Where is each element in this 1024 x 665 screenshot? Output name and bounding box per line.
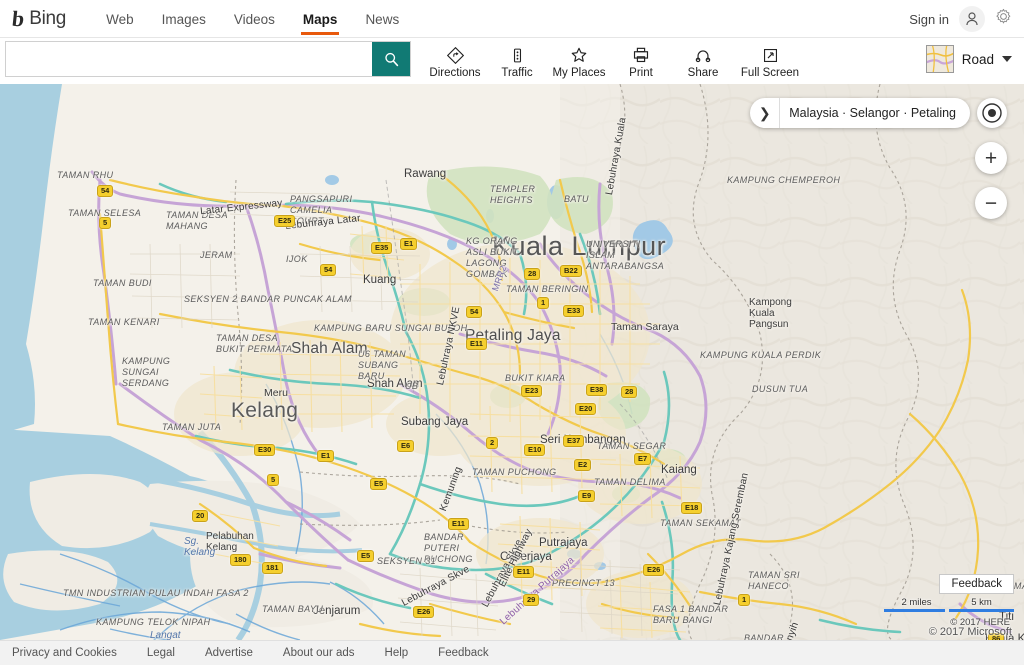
my-places-label: My Places xyxy=(552,66,606,79)
search-bar xyxy=(6,42,410,76)
share-button[interactable]: Share xyxy=(672,44,734,79)
zoom-in-button[interactable]: + xyxy=(975,142,1007,174)
traffic-button[interactable]: Traffic xyxy=(486,44,548,79)
toolbar-actions: Directions Traffic My Places Print Share… xyxy=(424,38,806,84)
search-icon xyxy=(384,52,398,66)
footer-bar: Privacy and Cookies Legal Advertise Abou… xyxy=(0,640,1024,665)
map-thumbnail-icon xyxy=(925,45,954,73)
bing-wordmark: Bing xyxy=(29,8,67,29)
nav-links: Web Images Videos Maps News xyxy=(92,0,413,38)
traffic-label: Traffic xyxy=(501,66,533,79)
footer-link-privacy[interactable]: Privacy and Cookies xyxy=(12,647,117,659)
breadcrumb-text: Malaysia · Selangor · Petaling xyxy=(789,106,956,120)
map-toolbar: Directions Traffic My Places Print Share… xyxy=(0,38,1024,84)
map-type-label: Road xyxy=(961,51,994,67)
traffic-light-icon xyxy=(509,47,526,64)
sign-in-link[interactable]: Sign in xyxy=(909,12,949,27)
bing-logo[interactable]: b Bing xyxy=(10,6,67,31)
scale-miles-bar xyxy=(884,609,945,612)
footer-link-advertise[interactable]: Advertise xyxy=(205,647,253,659)
footer-link-help[interactable]: Help xyxy=(385,647,409,659)
bing-b-icon: b xyxy=(10,6,26,31)
share-label: Share xyxy=(687,66,719,79)
full-screen-button[interactable]: Full Screen xyxy=(734,44,806,79)
scale-miles: 2 miles xyxy=(884,597,949,612)
map-canvas[interactable]: Kuala Lumpur Kelang Shah Alam Petaling J… xyxy=(0,84,1024,640)
map-tiles xyxy=(0,84,1024,640)
breadcrumb[interactable]: ❯ Malaysia · Selangor · Petaling xyxy=(750,98,970,128)
nav-link-videos[interactable]: Videos xyxy=(220,0,289,38)
fullscreen-icon xyxy=(762,47,779,64)
print-button[interactable]: Print xyxy=(610,44,672,79)
nav-link-maps[interactable]: Maps xyxy=(289,0,352,38)
top-navigation-bar: b Bing Web Images Videos Maps News Sign … xyxy=(0,0,1024,38)
directions-icon xyxy=(446,46,464,64)
gear-icon[interactable] xyxy=(995,8,1012,30)
share-icon xyxy=(694,47,712,64)
footer-link-feedback[interactable]: Feedback xyxy=(438,647,489,659)
microsoft-copyright: © 2017 Microsoft xyxy=(928,626,1012,638)
scale-km: 5 km xyxy=(949,597,1014,612)
bing-maps-page: b Bing Web Images Videos Maps News Sign … xyxy=(0,0,1024,665)
header-divider xyxy=(0,37,1024,38)
my-places-button[interactable]: My Places xyxy=(548,44,610,79)
printer-icon xyxy=(632,47,650,64)
scale-km-label: 5 km xyxy=(971,597,992,608)
print-label: Print xyxy=(629,66,653,79)
nav-right-cluster: Sign in xyxy=(909,6,1012,32)
nav-link-web[interactable]: Web xyxy=(92,0,148,38)
scale-miles-label: 2 miles xyxy=(901,597,932,608)
star-icon xyxy=(570,47,588,64)
full-screen-label: Full Screen xyxy=(740,66,800,79)
chevron-right-icon[interactable]: ❯ xyxy=(750,98,781,128)
nav-link-images[interactable]: Images xyxy=(148,0,220,38)
scale-bar: 2 miles 5 km xyxy=(884,597,1014,612)
nav-link-news[interactable]: News xyxy=(351,0,413,38)
locate-me-icon xyxy=(982,103,1002,123)
locate-me-button[interactable] xyxy=(977,98,1007,128)
directions-label: Directions xyxy=(429,66,481,79)
chevron-down-icon xyxy=(1002,56,1012,62)
search-input[interactable] xyxy=(6,42,372,76)
scale-km-bar xyxy=(949,609,1014,612)
directions-button[interactable]: Directions xyxy=(424,44,486,79)
footer-link-legal[interactable]: Legal xyxy=(147,647,175,659)
search-button[interactable] xyxy=(372,42,410,76)
footer-link-about-ads[interactable]: About our ads xyxy=(283,647,355,659)
zoom-out-button[interactable]: − xyxy=(975,187,1007,219)
map-type-selector[interactable]: Road xyxy=(925,43,1012,75)
map-feedback-button[interactable]: Feedback xyxy=(939,574,1014,594)
person-icon[interactable] xyxy=(959,6,985,32)
